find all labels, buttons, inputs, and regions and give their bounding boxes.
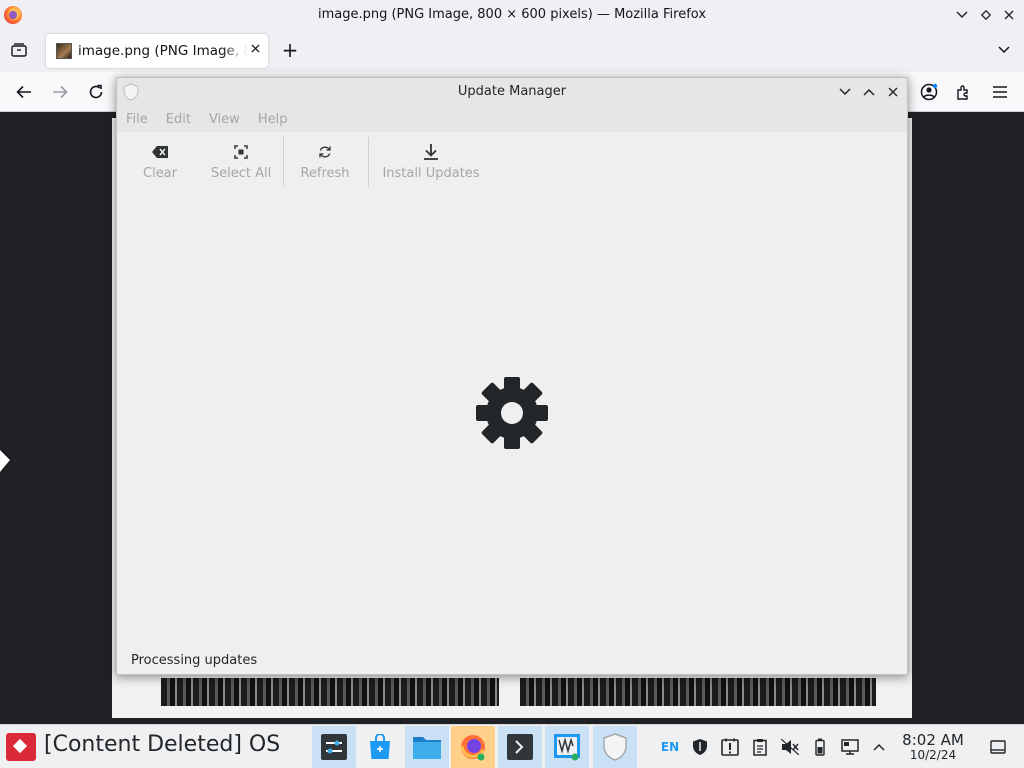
toolbar: Clear Select All Refresh Install Updates [117,132,907,190]
show-hidden-icons-icon[interactable] [869,737,889,757]
menu-hamburger-icon[interactable] [989,81,1011,103]
install-updates-label: Install Updates [382,166,480,181]
monitor-icon [554,734,580,761]
backspace-icon [151,143,169,161]
image-fragment [161,678,499,706]
refresh-label: Refresh [300,166,350,181]
taskbar-firefox[interactable] [451,726,495,768]
clipboard-icon[interactable] [750,737,770,757]
show-desktop-icon[interactable] [988,737,1008,757]
taskbar-store-app[interactable] [358,726,402,768]
gear-icon [476,377,548,449]
clock-date[interactable]: 10/2/24 [900,748,966,762]
image-favicon-icon [56,43,72,59]
start-menu-button[interactable] [6,733,36,761]
tab-label: image.png (PNG Image, 800 × 600 pixels) [78,43,248,59]
shield-icon [603,733,627,761]
security-shield-icon[interactable] [690,737,710,757]
store-bag-icon [370,734,390,759]
new-tab-button[interactable]: + [279,38,301,62]
maximize-window-button[interactable] [859,82,879,102]
minimize-window-button[interactable] [835,82,855,102]
tab-bar: image.png (PNG Image, 800 × 600 pixels) … [0,30,1024,72]
folder-icon [413,737,441,759]
taskbar: [Content Deleted] OS EN 8:02 AM 10/2/24 [0,724,1024,768]
refresh-icon [316,143,334,161]
taskbar-system-monitor[interactable] [545,726,589,768]
network-wired-icon[interactable] [840,737,860,757]
terminal-icon [507,734,533,760]
menu-file[interactable]: File [126,112,148,127]
select-all-button[interactable]: Select All [211,134,271,186]
firefox-titlebar: image.png (PNG Image, 800 × 600 pixels) … [0,0,1024,30]
maximize-window-button[interactable] [976,5,996,25]
window-title: Update Manager [457,84,567,99]
minimize-window-button[interactable] [952,5,972,25]
clear-label: Clear [143,166,177,181]
taskbar-terminal[interactable] [498,726,542,768]
image-fragment [520,678,876,706]
select-all-icon [232,143,250,161]
volume-muted-icon[interactable] [780,737,800,757]
menu-edit[interactable]: Edit [166,112,191,127]
tab-list-icon[interactable] [8,39,30,61]
clear-button[interactable]: Clear [143,134,177,186]
keyboard-layout-indicator[interactable]: EN [660,737,680,757]
forward-arrow-icon[interactable] [49,81,71,103]
close-window-button[interactable] [883,82,903,102]
browser-tab[interactable]: image.png (PNG Image, 800 × 600 pixels) [46,34,268,68]
download-icon [422,143,440,161]
menu-help[interactable]: Help [258,112,288,127]
menu-view[interactable]: View [209,112,240,127]
toolbar-separator [283,137,284,187]
extensions-icon[interactable] [953,81,975,103]
battery-icon[interactable] [810,737,830,757]
close-tab-icon[interactable] [251,42,260,57]
select-all-label: Select All [210,166,272,181]
refresh-button[interactable]: Refresh [300,134,350,186]
taskbar-settings-app[interactable] [312,726,356,768]
clock-time[interactable]: 8:02 AM [900,731,966,749]
toolbar-separator [368,137,369,187]
account-icon[interactable] [918,81,940,103]
list-all-tabs-icon[interactable] [993,39,1015,61]
window-title: image.png (PNG Image, 800 × 600 pixels) … [317,7,707,22]
menu-bar: File Edit View Help [117,106,907,132]
update-manager-window: Update Manager File Edit View Help Clear… [116,77,908,675]
os-name-label: [Content Deleted] OS [44,732,281,757]
settings-sliders-icon [321,734,347,760]
firefox-icon [460,735,485,761]
back-arrow-icon[interactable] [13,81,35,103]
install-updates-button[interactable]: Install Updates [382,134,480,186]
status-message: Processing updates [131,653,258,668]
taskbar-update-manager[interactable] [593,726,637,768]
close-window-button[interactable] [999,5,1019,25]
update-manager-titlebar[interactable]: Update Manager [117,78,907,106]
reload-icon[interactable] [85,81,107,103]
mouse-cursor [0,450,10,472]
notification-alert-icon[interactable] [720,737,740,757]
taskbar-file-manager[interactable] [405,726,449,768]
update-list-area: Processing updates [117,190,907,676]
